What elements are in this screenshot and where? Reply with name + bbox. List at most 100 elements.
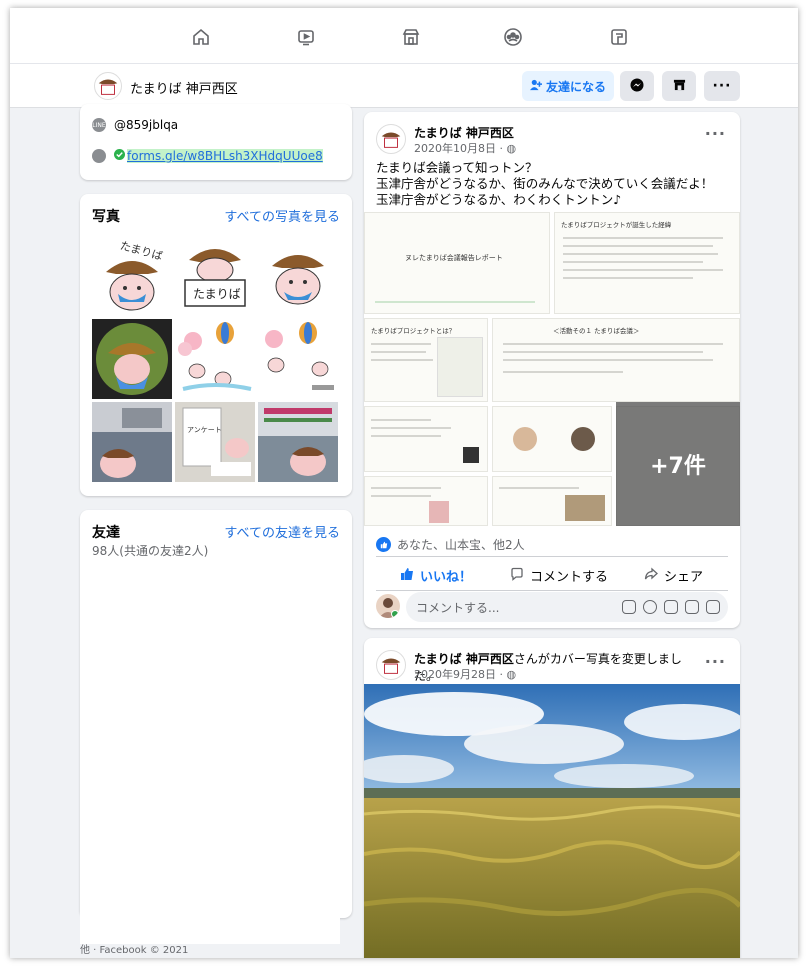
footer-text: 他 · Facebook © 2021 [80, 945, 189, 956]
like-label: いいね！ [420, 570, 473, 585]
camera-icon[interactable] [664, 600, 678, 614]
browser-window: たまりば 神戸西区 友達になる ··· LINE @859jblqa forms… [10, 8, 798, 958]
photo-tile[interactable] [258, 402, 338, 482]
comment-label: コメントする [530, 570, 609, 585]
more-button[interactable]: ··· [704, 71, 740, 101]
watch-icon[interactable] [295, 26, 317, 48]
more-photos-overlay[interactable]: +7件 [616, 402, 740, 526]
slide-title: ヌレたまりば会議報告レポート [405, 254, 503, 262]
post-text: たまりば会議って知っトン？ 玉津庁舎がどうなるか、街のみんなで決めていく会議だよ… [376, 160, 736, 208]
see-all-photos-link[interactable]: すべての写真を見る [224, 206, 340, 225]
post-date-text: 2020年10月8日 · [414, 142, 507, 155]
check-icon [114, 149, 125, 163]
post-author-avatar[interactable] [376, 124, 406, 154]
see-all-friends-link[interactable]: すべての友達を見る [224, 522, 340, 541]
slide-title: ＜活動その１ たまりば会議＞ [553, 327, 640, 335]
share-button[interactable]: シェア [644, 566, 703, 585]
post-author-avatar[interactable] [376, 650, 406, 680]
post-photo-collage[interactable]: ヌレたまりば会議報告レポート たまりばプロジェクトが誕生した経緯 たまりばプロジ… [364, 212, 740, 526]
comment-icon [510, 567, 524, 585]
messenger-button[interactable] [620, 71, 654, 101]
add-friend-button[interactable]: 友達になる [522, 71, 614, 101]
post-options-icon[interactable]: ··· [705, 652, 726, 671]
slide-title: たまりばプロジェクトとは？ [371, 327, 456, 335]
post-options-icon[interactable]: ··· [705, 124, 726, 143]
line-icon: LINE [92, 118, 106, 132]
comment-button[interactable]: コメントする [510, 566, 608, 585]
post-text-line: 玉津庁舎がどうなるか、街のみんなで決めていく会議だよ！ [376, 176, 714, 191]
tile-survey-text: アンケート [187, 426, 222, 434]
post-date-text: 2020年9月28日 · [414, 668, 507, 681]
slide-image[interactable]: ＜活動その１ たまりば会議＞ [492, 318, 740, 402]
photo-tile[interactable]: たまりば [92, 236, 172, 316]
divider [376, 590, 728, 591]
profile-header-bar: たまりば 神戸西区 友達になる ··· [10, 64, 798, 108]
slide-title: たまりばプロジェクトが誕生した経緯 [561, 221, 672, 229]
globe-icon: ◍ [506, 668, 517, 681]
marketplace-icon[interactable] [400, 26, 422, 48]
shop-icon [673, 78, 686, 94]
post-author-name[interactable]: たまりば 神戸西区 [414, 124, 514, 141]
slide-image[interactable] [492, 406, 612, 472]
sticker-icon[interactable] [706, 600, 720, 614]
comment-tools [622, 600, 720, 614]
share-label: シェア [664, 570, 704, 585]
slide-image[interactable]: ヌレたまりば会議報告レポート [364, 212, 550, 314]
reactions-summary[interactable]: あなた、山本宝、他2人 [376, 536, 525, 553]
home-icon[interactable] [190, 26, 212, 48]
line-id: @859jblqa [114, 118, 179, 132]
commenter-avatar[interactable] [376, 594, 400, 618]
post-date[interactable]: 2020年10月8日 · ◍ [414, 140, 516, 156]
comment-input[interactable]: コメントする... [406, 592, 728, 622]
gaming-icon[interactable] [608, 26, 630, 48]
top-navigation [10, 8, 798, 64]
link-row: forms.gle/w8BHLsh3XHdqUUoe8 [92, 149, 323, 163]
photo-tile[interactable] [175, 319, 255, 399]
profile-avatar[interactable] [94, 72, 122, 100]
gif-icon[interactable] [685, 600, 699, 614]
avatar-sticker-icon[interactable] [622, 600, 636, 614]
photo-tile[interactable] [258, 236, 338, 316]
form-link[interactable]: forms.gle/w8BHLsh3XHdqUUoe8 [127, 149, 323, 163]
photo-tile[interactable]: アンケート [175, 402, 255, 482]
profile-name[interactable]: たまりば 神戸西区 [130, 78, 238, 97]
like-button[interactable]: いいね！ [400, 566, 472, 585]
friends-count: 98人(共通の友達2人) [92, 544, 209, 558]
groups-icon[interactable] [502, 26, 524, 48]
photos-card: 写真 すべての写真を見る たまりば たまりば アンケート [80, 194, 352, 496]
comment-placeholder: コメントする... [416, 600, 500, 615]
divider [376, 556, 728, 557]
post-author-name[interactable]: たまりば 神戸西区 [414, 652, 514, 666]
post-card: たまりば 神戸西区 2020年10月8日 · ◍ ··· たまりば会議って知っト… [364, 112, 740, 628]
post-card: たまりば 神戸西区さんがカバー写真を変更しました。 2020年9月28日 · ◍… [364, 638, 740, 958]
post-text-line: たまりば会議って知っトン？ [376, 160, 538, 175]
globe-icon [92, 149, 106, 163]
thumbs-up-icon [400, 567, 414, 585]
line-row: LINE @859jblqa [92, 118, 178, 132]
emoji-icon[interactable] [643, 600, 657, 614]
friends-title: 友達 [92, 525, 120, 541]
slide-image[interactable]: たまりばプロジェクトとは？ [364, 318, 488, 402]
messenger-icon [630, 78, 644, 95]
store-button[interactable] [662, 71, 696, 101]
post-date[interactable]: 2020年9月28日 · ◍ [414, 666, 516, 682]
tile-sign-text: たまりば [193, 287, 241, 301]
photo-tile[interactable] [92, 319, 172, 399]
cover-photo[interactable] [364, 684, 740, 958]
photo-tile[interactable]: たまりば [175, 236, 255, 316]
post-text-line: 玉津庁舎がどうなるか、わくわくトントン♪ [376, 192, 622, 207]
share-icon [644, 567, 658, 585]
photo-tile[interactable] [258, 319, 338, 399]
slide-image[interactable] [492, 476, 612, 526]
slide-image[interactable] [364, 406, 488, 472]
intro-card: LINE @859jblqa forms.gle/w8BHLsh3XHdqUUo… [80, 104, 352, 180]
friends-faded-area [80, 558, 340, 944]
slide-image[interactable]: たまりばプロジェクトが誕生した経緯 [554, 212, 740, 314]
photo-tile[interactable] [92, 402, 172, 482]
photo-grid: たまりば たまりば アンケート [92, 236, 338, 482]
tile-logo-text: たまりば [119, 239, 165, 263]
add-friend-icon [529, 79, 542, 94]
slide-image[interactable] [364, 476, 488, 526]
more-icon: ··· [712, 78, 732, 94]
like-reaction-icon [376, 537, 391, 552]
